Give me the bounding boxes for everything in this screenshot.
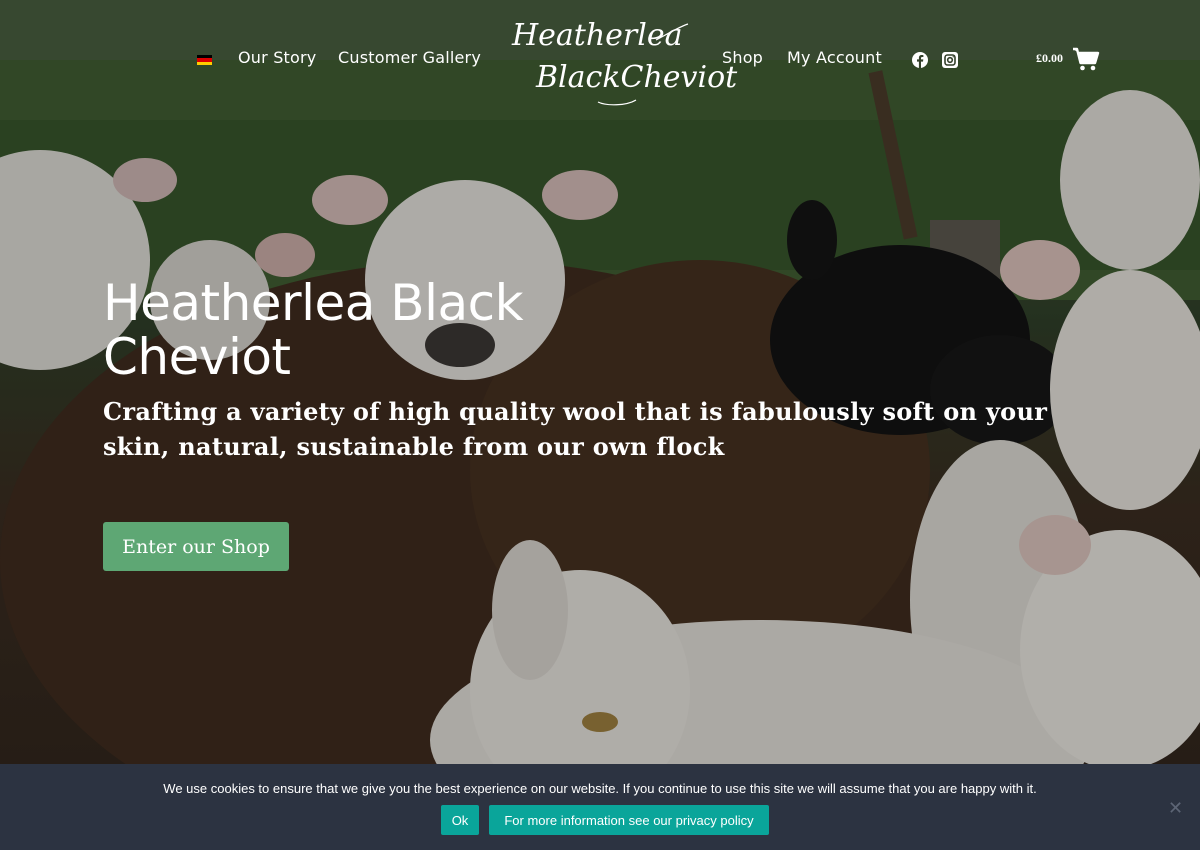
enter-shop-button[interactable]: Enter our Shop (103, 522, 289, 571)
site-logo[interactable]: Heatherlea BlackCheviot (506, 12, 737, 107)
nav-our-story[interactable]: Our Story (238, 48, 316, 67)
hero-title: Heatherlea Black Cheviot (103, 274, 524, 386)
cart-total[interactable]: £0.00 (1036, 51, 1063, 66)
privacy-policy-button[interactable]: For more information see our privacy pol… (489, 805, 769, 835)
facebook-icon[interactable] (912, 52, 928, 68)
instagram-icon[interactable] (942, 52, 958, 68)
nav-customer-gallery[interactable]: Customer Gallery (338, 48, 481, 67)
german-flag-icon[interactable] (197, 55, 212, 65)
site-header: Our Story Customer Gallery Heatherlea Bl… (0, 0, 1200, 120)
cookie-ok-button[interactable]: Ok (441, 805, 479, 835)
nav-my-account[interactable]: My Account (787, 48, 882, 67)
nav-shop[interactable]: Shop (722, 48, 763, 67)
cookie-notice-bar: We use cookies to ensure that we give yo… (0, 764, 1200, 850)
hero-subtitle: Crafting a variety of high quality wool … (103, 397, 1048, 461)
cookie-message: We use cookies to ensure that we give yo… (163, 781, 1037, 796)
logo-line-2: BlackCheviot (536, 60, 738, 95)
logo-line-1: Heatherlea (512, 18, 683, 53)
cart-icon[interactable] (1072, 46, 1100, 72)
close-icon[interactable]: ✕ (1168, 798, 1183, 819)
